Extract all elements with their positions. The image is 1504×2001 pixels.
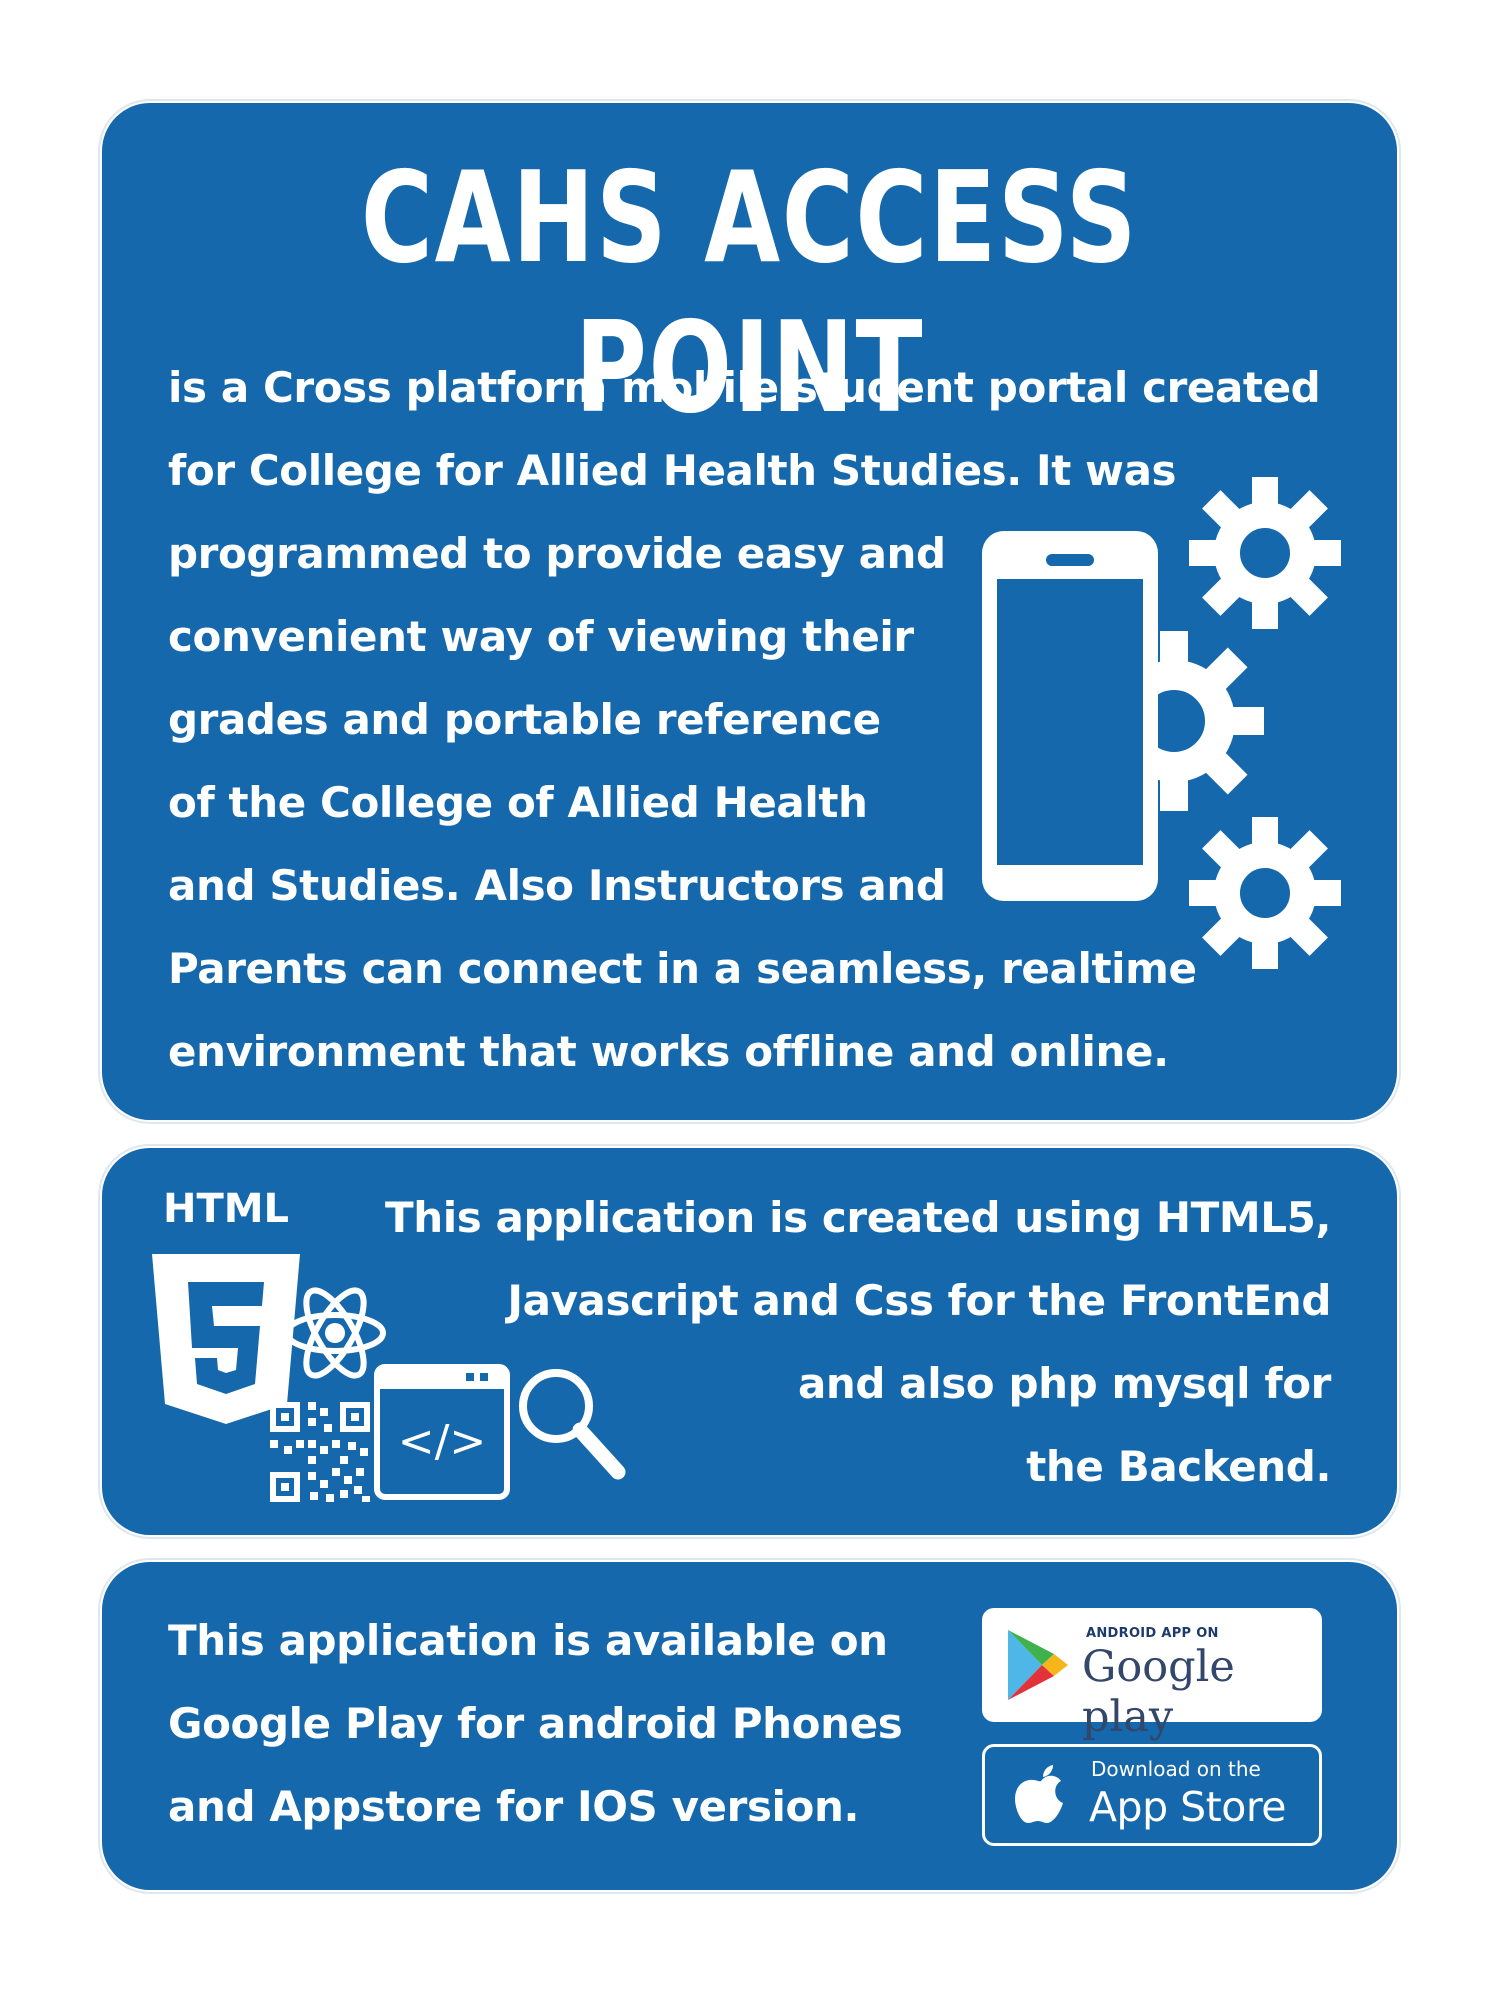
phone-gears-illustration	[982, 477, 1341, 969]
tech-line: Javascript and Css for the FrontEnd	[507, 1276, 1331, 1325]
google-play-label: Google play	[1082, 1642, 1235, 1742]
google-play-badge[interactable]: ANDROID APP ON Google play	[982, 1608, 1322, 1742]
smartphone-icon	[982, 531, 1158, 901]
apple-icon	[1015, 1765, 1063, 1823]
tech-text: This application is created using HTML5,…	[385, 1176, 1331, 1508]
availability-line: Google Play for android Phones	[168, 1699, 903, 1748]
availability-line: This application is available on	[168, 1616, 888, 1665]
app-store-label: App Store	[1089, 1783, 1287, 1831]
tech-card: HTML </> This application is created usi…	[102, 1148, 1397, 1535]
availability-line: and Appstore for IOS version.	[168, 1782, 860, 1831]
app-store-small-label: Download on the	[1091, 1757, 1261, 1781]
intro-line: environment that works offline and onlin…	[168, 1027, 1169, 1076]
availability-text: This application is available on Google …	[168, 1599, 903, 1848]
gear-icon	[1189, 477, 1341, 629]
tech-line: and also php mysql for	[797, 1359, 1331, 1408]
intro-line: is a Cross platform mobile student porta…	[168, 363, 1321, 412]
app-store-badge[interactable]: Download on the App Store	[982, 1744, 1322, 1846]
availability-card: This application is available on Google …	[102, 1562, 1397, 1890]
intro-line: Parents can connect in a seamless, realt…	[168, 944, 1197, 993]
html-label: HTML	[163, 1186, 289, 1232]
intro-card: CAHS ACCESS POINT is a Cross platform mo…	[102, 103, 1397, 1120]
tech-line: This application is created using HTML5,	[384, 1193, 1331, 1242]
tech-line: the Backend.	[1026, 1442, 1331, 1491]
google-play-icon	[1008, 1630, 1068, 1700]
google-play-small-label: ANDROID APP ON	[1086, 1626, 1219, 1641]
qr-code-icon	[270, 1402, 370, 1502]
